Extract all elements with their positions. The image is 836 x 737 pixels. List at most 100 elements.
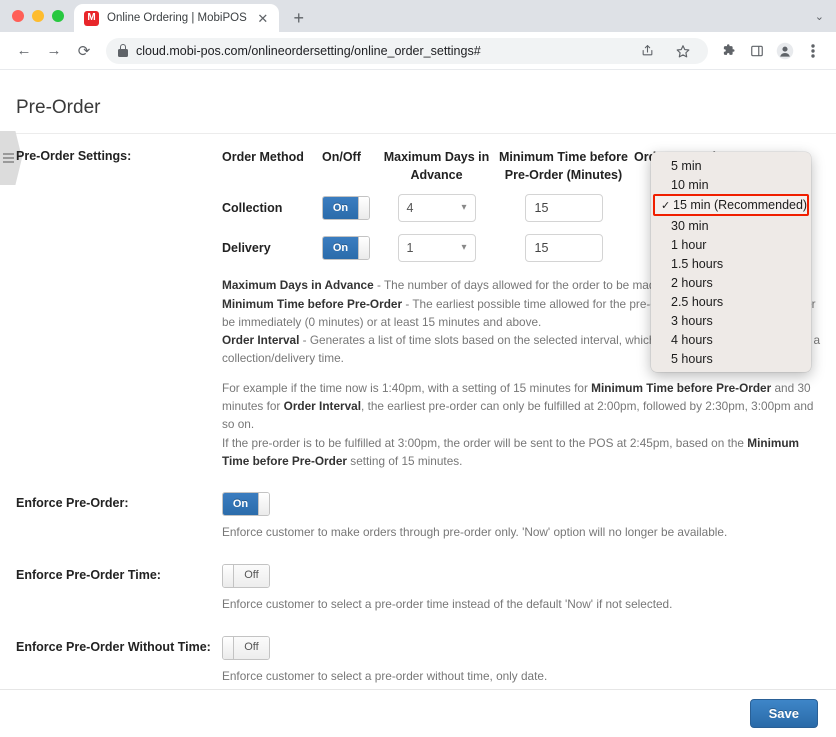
- tab-close-icon[interactable]: ✕: [255, 10, 271, 26]
- browser-window: M Online Ordering | MobiPOS ✕ + ⌄ ← → ⟳ …: [0, 0, 836, 737]
- collection-onoff-switch[interactable]: On: [322, 196, 370, 221]
- delivery-min-time-value: 15: [534, 241, 549, 256]
- tab-title: Online Ordering | MobiPOS: [107, 12, 247, 24]
- enforce-pre-order-label: Enforce Pre-Order:: [16, 496, 129, 511]
- bookmark-star-icon[interactable]: [670, 38, 696, 64]
- delivery-onoff-switch[interactable]: On: [322, 236, 370, 261]
- maximize-window-button[interactable]: [52, 10, 64, 22]
- dropdown-option[interactable]: 2.5 hours: [651, 292, 811, 311]
- dropdown-option-label: 30 min: [671, 218, 709, 233]
- profile-avatar-icon[interactable]: [772, 38, 798, 64]
- enforce-pre-order-time-switch-knob: [223, 564, 234, 587]
- pre-order-settings-label: Pre-Order Settings:: [16, 149, 132, 163]
- collection-switch-knob: [358, 197, 369, 220]
- dropdown-option[interactable]: 5 min: [651, 156, 811, 175]
- example-1-term-2: Order Interval: [283, 398, 362, 413]
- dropdown-option-label: 1 hour: [671, 237, 707, 252]
- chevron-down-icon: ▾: [461, 202, 467, 214]
- dropdown-option-label: 10 min: [671, 177, 709, 192]
- browser-tab[interactable]: M Online Ordering | MobiPOS ✕: [74, 4, 279, 32]
- collection-min-time-value: 15: [534, 201, 549, 216]
- delivery-switch-knob: [358, 237, 369, 260]
- min-time-term: Minimum Time before Pre-Order: [222, 296, 403, 311]
- window-controls: [0, 0, 74, 32]
- dropdown-option-label: 2.5 hours: [671, 294, 724, 309]
- column-header-order-method: Order Method: [222, 150, 304, 164]
- delivery-max-days-value: 1: [406, 241, 414, 256]
- dropdown-option-label: 2 hours: [671, 275, 713, 290]
- example-1-part-a: For example if the time now is 1:40pm, w…: [222, 380, 592, 395]
- save-button[interactable]: Save: [749, 699, 818, 728]
- side-panel-icon[interactable]: [744, 38, 770, 64]
- minimize-window-button[interactable]: [32, 10, 44, 22]
- example-2-part-a: If the pre-order is to be fulfilled at 3…: [222, 435, 748, 450]
- more-menu-icon[interactable]: [800, 38, 826, 64]
- dropdown-option[interactable]: 5 hours: [651, 349, 811, 368]
- chevron-down-icon: ▾: [461, 242, 467, 254]
- extensions-puzzle-icon[interactable]: [716, 38, 742, 64]
- example-paragraph-1: For example if the time now is 1:40pm, w…: [222, 379, 820, 434]
- check-icon: ✓: [661, 199, 671, 212]
- min-time-cell-delivery: 15: [497, 228, 634, 268]
- order-method-collection: Collection: [222, 201, 283, 216]
- dropdown-option[interactable]: 30 min: [651, 216, 811, 235]
- dropdown-option[interactable]: 3 hours: [651, 311, 811, 330]
- min-time-cell-collection: 15: [497, 188, 634, 228]
- back-button[interactable]: ←: [10, 37, 38, 65]
- address-bar[interactable]: cloud.mobi-pos.com/onlineordersetting/on…: [106, 37, 708, 64]
- collection-switch-label: On: [323, 197, 358, 220]
- column-header-max-days: Maximum Days in Advance: [383, 150, 490, 183]
- enforce-pre-order-without-time-switch[interactable]: Off: [222, 635, 270, 660]
- enforce-pre-order-time-row: Enforce Pre-Order Time: Off Enforce cust…: [16, 542, 820, 614]
- enforce-pre-order-row: Enforce Pre-Order: On Enforce customer t…: [16, 470, 820, 542]
- order-interval-dropdown[interactable]: 5 min 10 min ✓ 15 min (Recommended) 30 min 1 …: [651, 152, 811, 372]
- tab-list-chevron-icon[interactable]: ⌄: [815, 0, 836, 32]
- dropdown-option-label: 15 min (Recommended): [673, 198, 808, 212]
- page-content: Pre-Order Pre-Order Settings: Order Meth…: [0, 71, 836, 737]
- collection-max-days-value: 4: [406, 201, 414, 216]
- dropdown-option[interactable]: ✓ 15 min (Recommended): [653, 194, 809, 216]
- collection-max-days-select[interactable]: 4 ▾: [397, 194, 476, 223]
- collection-min-time-input[interactable]: 15: [524, 194, 603, 223]
- delivery-switch-label: On: [323, 237, 358, 260]
- dropdown-option-label: 1.5 hours: [671, 256, 724, 271]
- interval-term: Order Interval: [222, 333, 300, 348]
- enforce-pre-order-time-label: Enforce Pre-Order Time:: [16, 567, 161, 582]
- example-paragraph-2: If the pre-order is to be fulfilled at 3…: [222, 434, 820, 471]
- dropdown-option-label: 5 hours: [671, 351, 713, 366]
- reload-button[interactable]: ⟳: [70, 37, 98, 65]
- toggle-cell-delivery: On: [322, 228, 380, 268]
- lock-icon: [118, 44, 128, 57]
- max-days-cell-collection: 4 ▾: [380, 188, 497, 228]
- enforce-pre-order-switch-label: On: [223, 493, 258, 516]
- close-window-button[interactable]: [12, 10, 24, 22]
- forward-button[interactable]: →: [40, 37, 68, 65]
- enforce-pre-order-description: Enforce customer to make orders through …: [222, 525, 728, 540]
- delivery-min-time-input[interactable]: 15: [524, 234, 603, 263]
- dropdown-option-label: 4 hours: [671, 332, 713, 347]
- max-days-cell-delivery: 1 ▾: [380, 228, 497, 268]
- url-text: cloud.mobi-pos.com/onlineordersetting/on…: [136, 43, 481, 58]
- tab-strip: M Online Ordering | MobiPOS ✕ + ⌄: [0, 0, 836, 32]
- dropdown-option-label: 5 min: [671, 158, 702, 173]
- enforce-pre-order-time-switch[interactable]: Off: [222, 563, 270, 588]
- toggle-cell-collection: On: [322, 188, 380, 228]
- dropdown-option[interactable]: 4 hours: [651, 330, 811, 349]
- order-method-delivery: Delivery: [222, 241, 271, 256]
- dropdown-option[interactable]: 1 hour: [651, 235, 811, 254]
- share-icon[interactable]: [634, 38, 660, 64]
- dropdown-option[interactable]: 1.5 hours: [651, 254, 811, 273]
- enforce-pre-order-time-switch-label: Off: [234, 564, 269, 587]
- footer-save-bar: Save: [0, 689, 836, 737]
- delivery-max-days-select[interactable]: 1 ▾: [397, 234, 476, 263]
- dropdown-option[interactable]: 10 min: [651, 175, 811, 194]
- dropdown-option-label: 3 hours: [671, 313, 713, 328]
- enforce-pre-order-without-time-switch-knob: [223, 636, 234, 659]
- enforce-pre-order-time-description: Enforce customer to select a pre-order t…: [222, 596, 673, 611]
- example-1-term-1: Minimum Time before Pre-Order: [591, 380, 772, 395]
- new-tab-button[interactable]: +: [285, 4, 313, 32]
- dropdown-option[interactable]: 2 hours: [651, 273, 811, 292]
- browser-toolbar: ← → ⟳ cloud.mobi-pos.com/onlineordersett…: [0, 32, 836, 70]
- enforce-pre-order-switch[interactable]: On: [222, 492, 270, 517]
- column-header-min-time: Minimum Time before Pre-Order (Minutes): [499, 150, 628, 183]
